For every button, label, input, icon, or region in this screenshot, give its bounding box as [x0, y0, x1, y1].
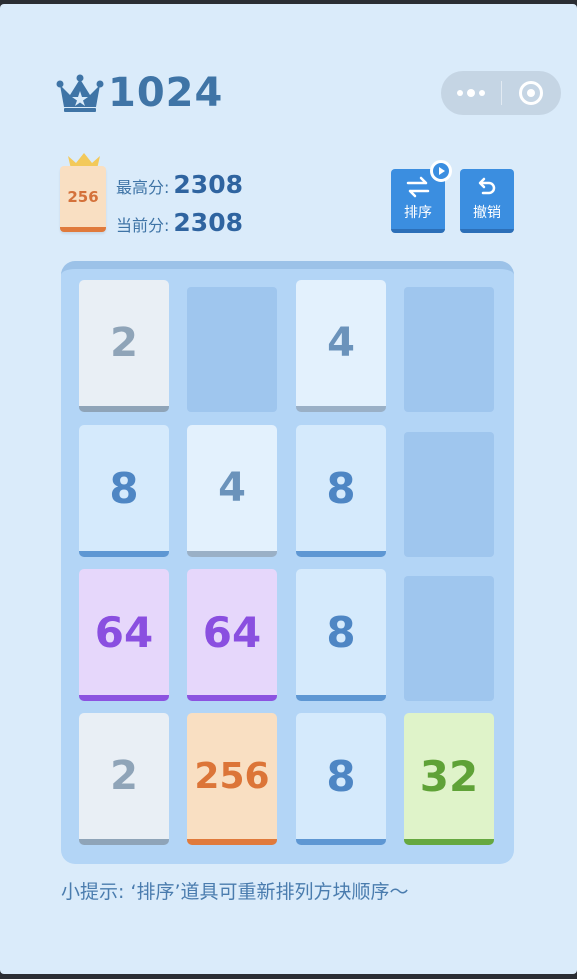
current-score-label: 当前分:: [116, 216, 170, 235]
tile-r4c2: 256: [187, 713, 277, 845]
best-score: 最高分: 2308: [116, 170, 243, 199]
more-dots-icon: [456, 89, 485, 97]
game-screen: 1024 256 最高分: 2308 当前分: 2308 排序 撤销 2 4 8…: [0, 4, 577, 974]
best-score-label: 最高分:: [116, 178, 170, 197]
best-tile-badge: 256: [60, 166, 106, 232]
empty-cell: [404, 432, 494, 557]
best-tile-value: 256: [67, 187, 99, 206]
undo-label: 撤销: [473, 205, 501, 221]
tile-r3c2: 64: [187, 569, 277, 701]
tile-r4c3: 8: [296, 713, 386, 845]
tile-r1c1: 2: [79, 280, 169, 412]
empty-cell: [187, 287, 277, 412]
current-score: 当前分: 2308: [116, 208, 243, 237]
best-score-value: 2308: [173, 170, 243, 199]
game-board[interactable]: 2 4 8 4 8 64 64 8 2 256 8 32: [61, 261, 514, 864]
close-program-button[interactable]: [501, 71, 561, 115]
undo-arrow-icon: [478, 177, 496, 195]
title-row: 1024: [56, 68, 223, 118]
swap-arrows-icon: [406, 176, 430, 198]
tile-r4c1: 2: [79, 713, 169, 845]
sort-label: 排序: [404, 205, 432, 221]
crown-icon: [56, 74, 104, 112]
hint-text: 小提示: ‘排序’道具可重新排列方块顺序～: [61, 881, 409, 903]
game-title: 1024: [108, 70, 224, 116]
tile-r3c3: 8: [296, 569, 386, 701]
video-play-icon: [430, 160, 452, 182]
tile-r2c2: 4: [187, 425, 277, 557]
current-score-value: 2308: [173, 208, 243, 237]
empty-cell: [404, 287, 494, 412]
empty-cell: [404, 576, 494, 701]
tile-r3c1: 64: [79, 569, 169, 701]
tile-r1c3: 4: [296, 280, 386, 412]
mini-program-capsule: [441, 71, 561, 115]
target-circle-icon: [519, 81, 544, 105]
more-menu-button[interactable]: [441, 71, 501, 115]
tile-r4c4: 32: [404, 713, 494, 845]
tile-r2c3: 8: [296, 425, 386, 557]
undo-button[interactable]: 撤销: [460, 169, 514, 233]
tile-r2c1: 8: [79, 425, 169, 557]
